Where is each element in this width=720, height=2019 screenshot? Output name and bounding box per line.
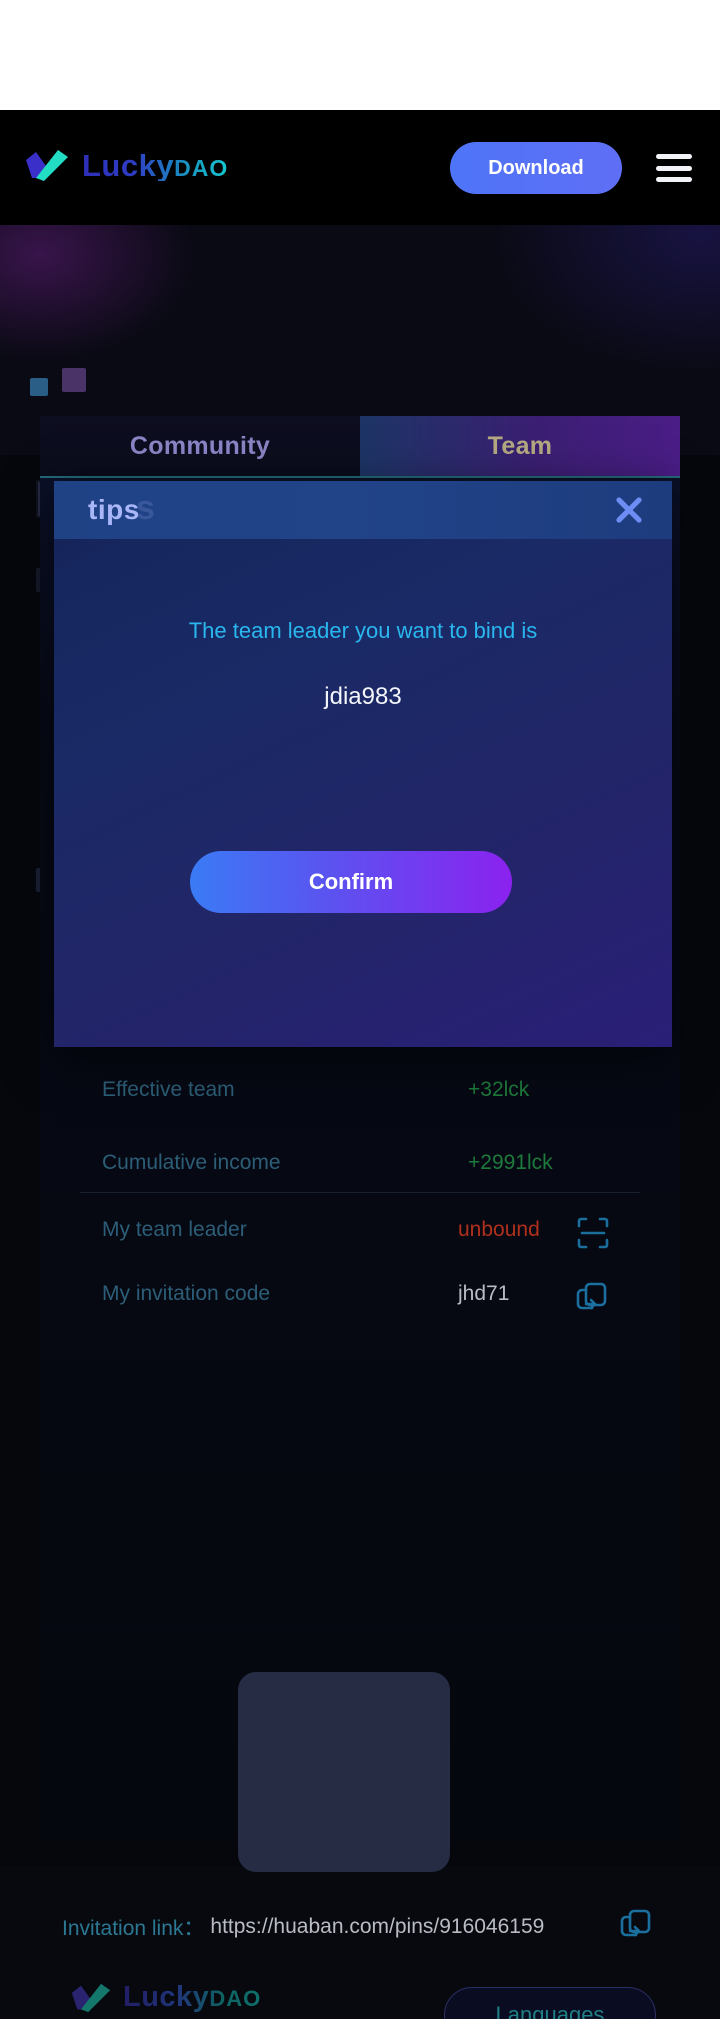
copy-icon-invitation-link[interactable] <box>618 1905 654 1946</box>
confirm-button[interactable]: Confirm <box>190 851 512 913</box>
section-tabs: Community Team <box>40 416 680 476</box>
qr-code-placeholder <box>238 1672 450 1872</box>
invitation-link-url: https://huaban.com/pins/916046159 <box>210 1915 545 1938</box>
footer-brand-secondary: DAO <box>209 1986 262 2011</box>
languages-button[interactable]: Languages <box>444 1987 656 2019</box>
brand-logo-text: LuckyDAO <box>82 150 228 181</box>
info-row-my-team-leader: My team leader unbound <box>40 1217 680 1249</box>
download-button[interactable]: Download <box>450 142 622 194</box>
brand-secondary: DAO <box>174 154 229 181</box>
lucky-check-logo-icon <box>26 150 68 181</box>
info-label-my-team-leader: My team leader <box>102 1218 247 1241</box>
hamburger-bar-2 <box>656 165 692 171</box>
tips-modal-username: jdia983 <box>324 683 402 710</box>
stat-label-cumulative-income: Cumulative income <box>102 1151 281 1174</box>
footer-lucky-check-logo-icon <box>71 1983 111 2013</box>
brand-logo[interactable]: LuckyDAO <box>24 148 228 182</box>
info-label-my-invitation-code: My invitation code <box>102 1282 271 1305</box>
hamburger-bar-3 <box>656 177 692 182</box>
tips-modal-body: The team leader you want to bind is jdia… <box>54 539 672 1047</box>
stat-value-effective-team: +32lck <box>468 1078 530 1101</box>
stat-value-cumulative-income: +2991lck <box>468 1151 553 1174</box>
hamburger-menu-icon[interactable] <box>656 154 692 182</box>
footer-brand-logo-text: LuckyDAO <box>123 1983 261 2012</box>
footer-brand-logo[interactable]: LuckyDAO <box>70 1982 261 2013</box>
site-header: LuckyDAO Download <box>0 110 720 225</box>
tab-community[interactable]: Community <box>40 416 360 476</box>
tips-modal-header: s tips <box>54 481 672 539</box>
info-row-my-invitation-code: My invitation code jhd71 <box>40 1282 680 1310</box>
tips-modal: s tips The team leader you want to bind … <box>54 481 672 1047</box>
browser-chrome-strip <box>0 0 720 110</box>
footer-brand-primary: Lucky <box>123 1981 210 2013</box>
deco-square-1 <box>30 378 48 396</box>
brand-primary: Lucky <box>82 147 175 183</box>
tips-modal-message: The team leader you want to bind is <box>188 618 538 643</box>
stat-label-effective-team: Effective team <box>102 1078 235 1101</box>
scan-qr-icon[interactable] <box>576 1216 610 1255</box>
info-value-my-invitation-code: jhd71 <box>458 1282 510 1305</box>
copy-icon-invitation-code[interactable] <box>574 1278 610 1319</box>
panel-divider <box>80 1192 640 1193</box>
stat-row-effective-team: Effective team +32lck <box>40 1078 680 1102</box>
close-icon[interactable] <box>612 493 646 527</box>
tips-modal-title: tips <box>88 494 140 525</box>
invitation-link-row: Invitation link： https://huaban.com/pins… <box>0 1899 720 1955</box>
hamburger-bar-1 <box>656 154 692 159</box>
info-value-my-team-leader: unbound <box>458 1218 540 1241</box>
deco-square-2 <box>62 368 86 392</box>
stat-row-cumulative-income: Cumulative income +2991lck <box>40 1151 680 1175</box>
page-root: LuckyDAO Download Community Team Effecti… <box>0 0 720 2019</box>
app-viewport: LuckyDAO Download Community Team Effecti… <box>0 110 720 2019</box>
tab-team[interactable]: Team <box>360 416 680 476</box>
invitation-link-label: Invitation link： <box>62 1917 205 1940</box>
